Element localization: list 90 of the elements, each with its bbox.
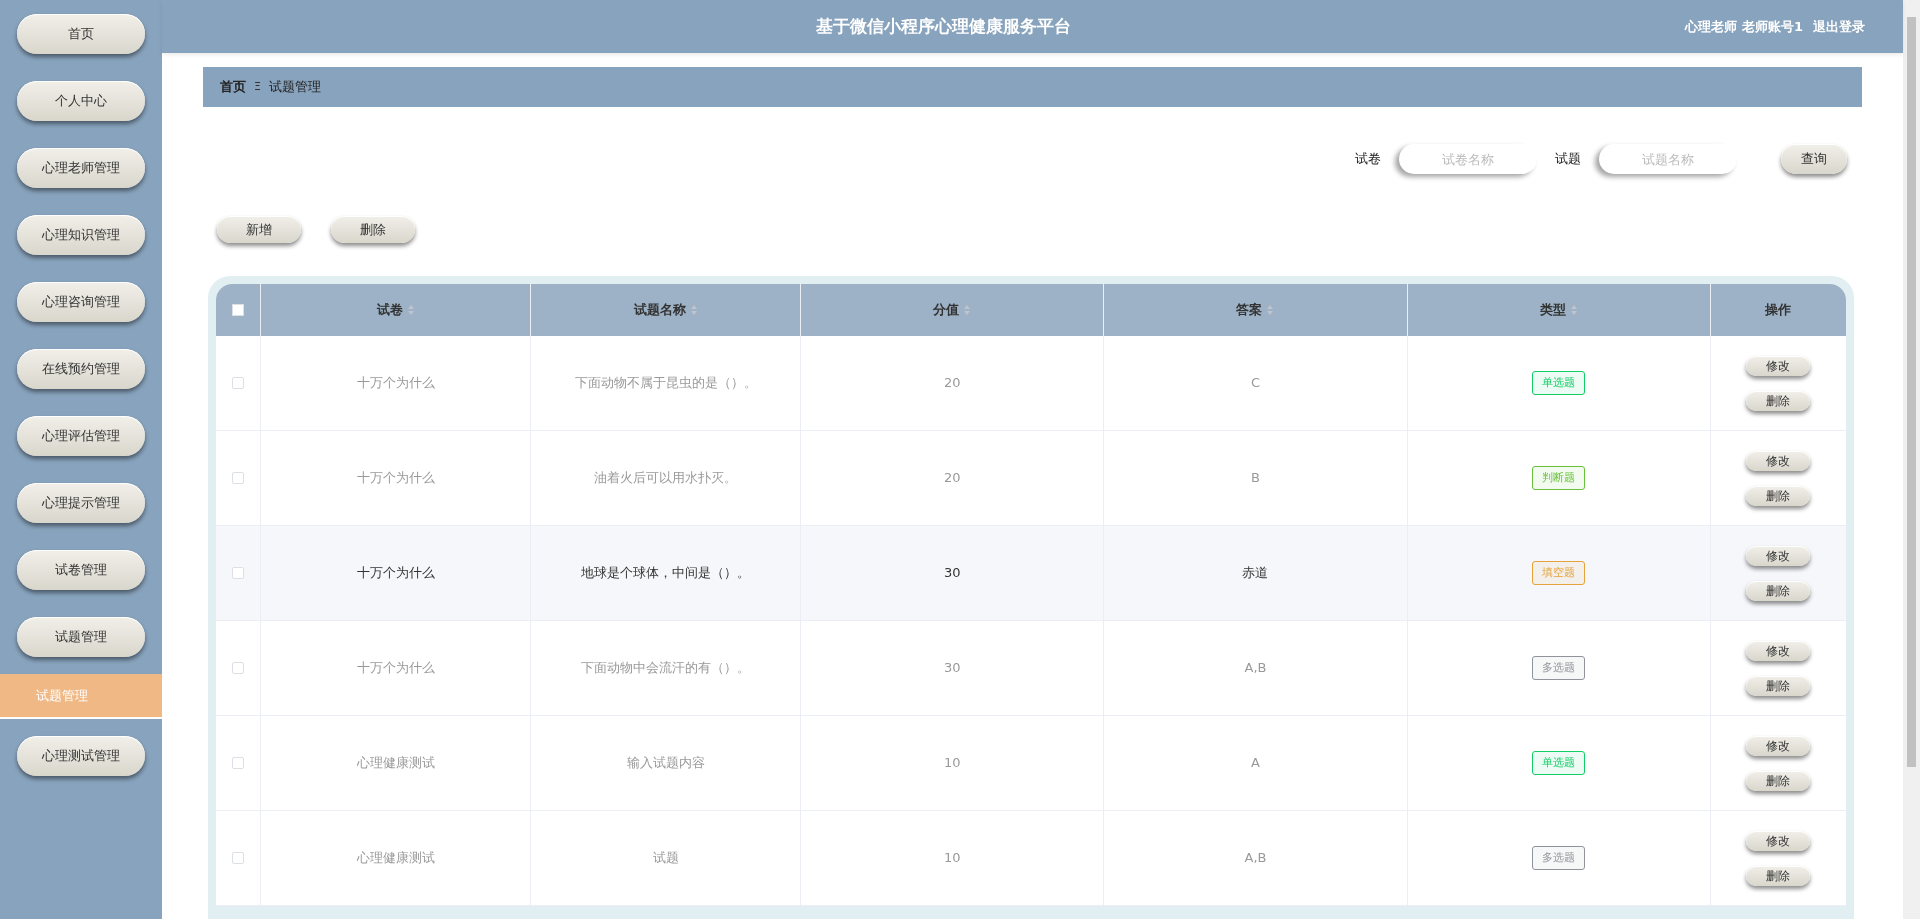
breadcrumb-current: 试题管理 [268, 78, 321, 97]
edit-button[interactable]: 修改 [1746, 355, 1811, 376]
table-cell-text: 10 [943, 754, 961, 773]
type-tag: 单选题 [1532, 751, 1586, 775]
column-header: 试卷 [376, 301, 403, 320]
table-row[interactable]: 十万个为什么 下面动物中会流汗的有（）。 30 A,B 多选题 修改 删除 [216, 621, 1846, 716]
table-cell-text: 心理健康测试 [356, 849, 435, 868]
edit-button[interactable]: 修改 [1746, 640, 1811, 661]
table-cell-text: A [1251, 754, 1260, 773]
sidebar-item[interactable]: 心理评估管理 [17, 416, 145, 456]
table-cell-text: A,B [1244, 849, 1267, 868]
edit-button[interactable]: 修改 [1746, 830, 1811, 851]
table-cell-text: 输入试题内容 [626, 754, 705, 773]
sidebar-item[interactable]: 个人中心 [17, 81, 145, 121]
column-header: 类型 [1539, 301, 1566, 320]
type-tag: 填空题 [1532, 561, 1586, 585]
row-checkbox[interactable] [232, 377, 244, 389]
breadcrumb-separator: Ξ [254, 78, 261, 95]
sidebar-item[interactable]: 心理老师管理 [17, 148, 145, 188]
delete-button[interactable]: 删除 [1746, 580, 1811, 601]
row-checkbox[interactable] [232, 567, 244, 579]
sidebar-item[interactable]: 首页 [17, 14, 145, 54]
type-tag: 单选题 [1532, 371, 1586, 395]
sort-icon[interactable] [406, 304, 415, 316]
type-tag: 多选题 [1532, 846, 1586, 870]
table-cell-text: B [1251, 469, 1260, 488]
sidebar-item[interactable]: 试题管理 [17, 617, 145, 657]
delete-button[interactable]: 删除 [1746, 390, 1811, 411]
table-cell-text: 20 [943, 374, 961, 393]
sidebar-item[interactable]: 心理提示管理 [17, 483, 145, 523]
app-title: 基于微信小程序心理健康服务平台 [815, 14, 1073, 38]
delete-button[interactable]: 删除 [1746, 865, 1811, 886]
sort-icon[interactable] [1569, 304, 1578, 316]
delete-button[interactable]: 删除 [1746, 485, 1811, 506]
sort-icon[interactable] [1266, 304, 1275, 316]
row-checkbox[interactable] [232, 757, 244, 769]
table-cell-text: 30 [943, 659, 961, 678]
table-row[interactable]: 十万个为什么 地球是个球体，中间是（）。 30 赤道 填空题 修改 删除 [216, 526, 1846, 621]
row-checkbox[interactable] [232, 852, 244, 864]
user-label: 心理老师 老师账号1 [1685, 17, 1803, 36]
search-label: 试题 [1555, 150, 1581, 169]
sidebar-item[interactable]: 试卷管理 [17, 550, 145, 590]
delete-button[interactable]: 删除 [1746, 675, 1811, 696]
table-cell-text: 心理健康测试 [356, 754, 435, 773]
table-cell-text: 10 [943, 849, 961, 868]
table-cell-text: 十万个为什么 [356, 659, 435, 678]
column-header: 分值 [933, 301, 960, 320]
edit-button[interactable]: 修改 [1746, 735, 1811, 756]
sidebar-item[interactable]: 心理测试管理 [17, 736, 145, 776]
table-cell-text: 十万个为什么 [356, 469, 435, 488]
table-cell-text: 油着火后可以用水扑灭。 [594, 469, 737, 488]
search-field[interactable]: 试题名称 [1599, 144, 1737, 174]
search-field[interactable]: 试卷名称 [1399, 144, 1537, 174]
sidebar-item[interactable]: 在线预约管理 [17, 349, 145, 389]
table-cell-text: A,B [1244, 659, 1267, 678]
table-row[interactable]: 十万个为什么 下面动物不属于昆虫的是（）。 20 C 单选题 修改 删除 [216, 336, 1846, 431]
table-row[interactable]: 心理健康测试 试题 10 A,B 多选题 修改 删除 [216, 811, 1846, 906]
search-label: 试卷 [1355, 150, 1381, 169]
scrollbar-thumb[interactable] [1907, 17, 1916, 767]
table-row[interactable]: 十万个为什么 油着火后可以用水扑灭。 20 B 判断题 修改 删除 [216, 431, 1846, 526]
column-header: 试题名称 [633, 301, 686, 320]
table-cell-text: 下面动物不属于昆虫的是（）。 [574, 374, 757, 393]
query-button[interactable]: 查询 [1781, 144, 1847, 174]
table-cell-text: 20 [943, 469, 961, 488]
type-tag: 判断题 [1532, 466, 1586, 490]
table-cell-text: 赤道 [1242, 564, 1269, 583]
select-all-checkbox[interactable] [232, 304, 244, 316]
table-cell-text: 下面动物中会流汗的有（）。 [581, 659, 750, 678]
row-checkbox[interactable] [232, 662, 244, 674]
table-cell-text: 30 [943, 564, 961, 583]
table-cell-text: 地球是个球体，中间是（）。 [581, 564, 750, 583]
table-cell-text: 十万个为什么 [356, 374, 435, 393]
type-tag: 多选题 [1532, 656, 1586, 680]
edit-button[interactable]: 修改 [1746, 545, 1811, 566]
edit-button[interactable]: 修改 [1746, 450, 1811, 471]
column-header: 答案 [1236, 301, 1263, 320]
table-cell-text: 十万个为什么 [356, 564, 435, 583]
table-cell-text: C [1250, 374, 1261, 393]
sidebar-item[interactable]: 心理知识管理 [17, 215, 145, 255]
add-button[interactable]: 新增 [217, 216, 301, 243]
column-header: 操作 [1765, 301, 1792, 320]
sort-icon[interactable] [689, 304, 698, 316]
sort-icon[interactable] [963, 304, 972, 316]
delete-button[interactable]: 删除 [1746, 770, 1811, 791]
sidebar-item[interactable]: 心理咨询管理 [17, 282, 145, 322]
delete-button[interactable]: 删除 [331, 216, 415, 243]
table-cell-text: 试题 [652, 849, 679, 868]
breadcrumb-link[interactable]: 首页 [220, 77, 246, 97]
table-row[interactable]: 心理健康测试 输入试题内容 10 A 单选题 修改 删除 [216, 716, 1846, 811]
row-checkbox[interactable] [232, 472, 244, 484]
